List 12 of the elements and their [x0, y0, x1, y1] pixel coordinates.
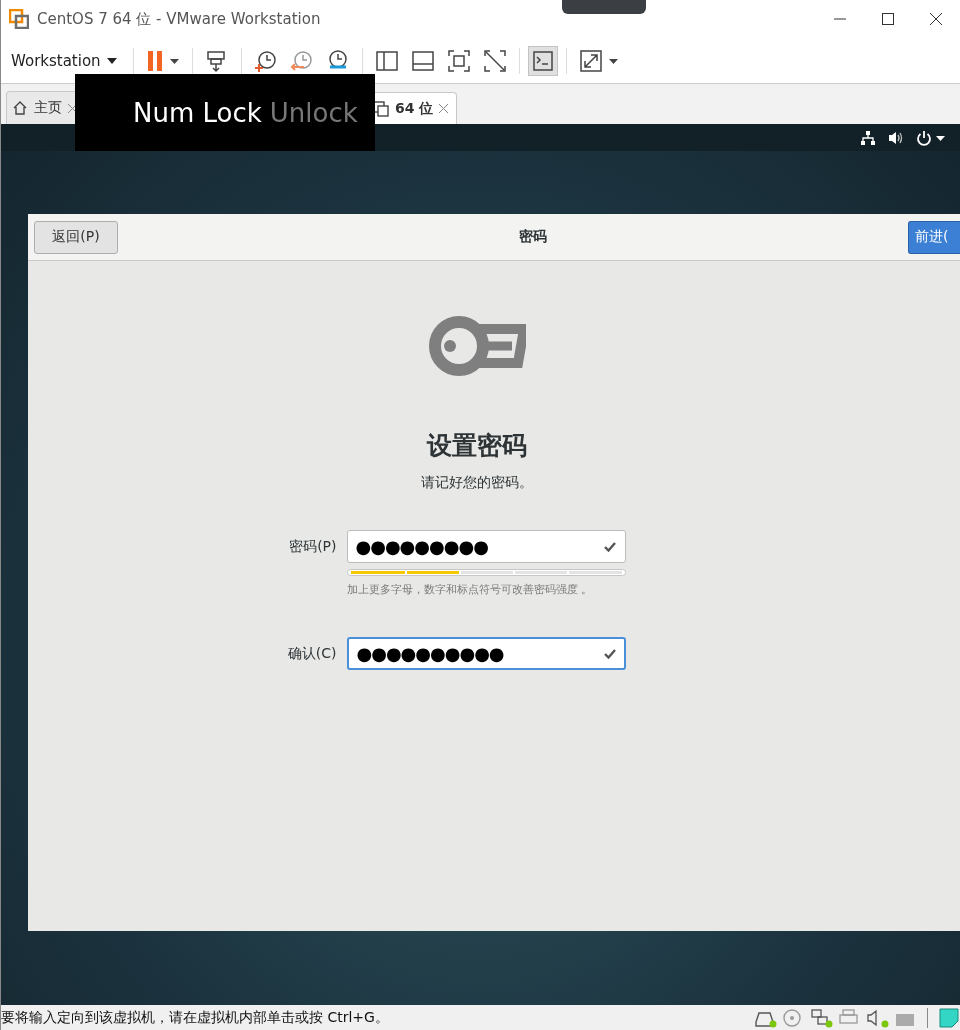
tab-label: 主页: [34, 99, 62, 117]
field-label: 密码(P): [288, 537, 337, 556]
tab-label: 64 位: [395, 99, 434, 118]
osd-label: Num Lock: [133, 97, 262, 128]
field-label: 确认(C): [286, 644, 337, 663]
strength-hint: 加上更多字母，数字和标点符号可改善密码强度 。: [346, 582, 593, 597]
subtitle: 请记好您的密码。: [421, 474, 533, 492]
status-message: 要将输入定向到该虚拟机，请在虚拟机内部单击或按 Ctrl+G。: [1, 1008, 389, 1027]
heading: 设置密码: [427, 430, 527, 462]
osd-state: Unlock: [269, 97, 358, 128]
window-title: CentOS 7 64 位 - VMware Workstation: [37, 9, 321, 29]
dialog-title: 密码: [518, 228, 548, 246]
